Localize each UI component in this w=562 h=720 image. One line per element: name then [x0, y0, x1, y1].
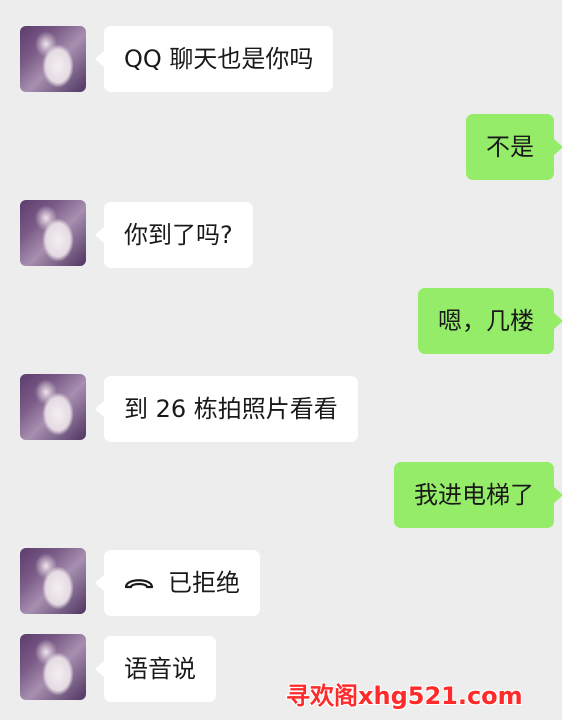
message-bubble-incoming[interactable]: 你到了吗?: [95, 202, 253, 268]
message-text: 你到了吗?: [124, 221, 233, 249]
message-bubble-outgoing[interactable]: 嗯，几楼: [418, 288, 562, 354]
message-bubble-incoming[interactable]: 语音说: [95, 636, 216, 702]
message-bubble-outgoing[interactable]: 不是: [466, 114, 562, 180]
contact-avatar[interactable]: [20, 548, 86, 614]
message-bubble-incoming[interactable]: 到 26 栋拍照片看看: [95, 376, 358, 442]
message-text: 到 26 栋拍照片看看: [124, 395, 338, 423]
message-text: 嗯，几楼: [438, 307, 534, 335]
message-text: 不是: [486, 133, 534, 161]
message-text: 已拒绝: [168, 569, 240, 597]
message-text: 我进电梯了: [414, 481, 534, 509]
contact-avatar[interactable]: [20, 374, 86, 440]
call-record-bubble[interactable]: 已拒绝: [95, 549, 260, 616]
contact-avatar[interactable]: [20, 634, 86, 700]
call-declined-icon: [124, 549, 154, 615]
message-bubble-incoming[interactable]: QQ 聊天也是你吗: [94, 26, 334, 92]
message-text: QQ 聊天也是你吗: [124, 45, 314, 73]
message-bubble-outgoing[interactable]: 我进电梯了: [394, 462, 562, 528]
message-text: 语音说: [124, 655, 196, 683]
contact-avatar[interactable]: [20, 26, 86, 92]
chat-message-list[interactable]: QQ 聊天也是你吗 不是 你到了吗? 嗯，几楼 到 26 栋拍照片看看 我进电梯…: [0, 0, 562, 720]
site-watermark: 寻欢阁xhg521.com: [286, 682, 523, 710]
contact-avatar[interactable]: [20, 200, 86, 266]
